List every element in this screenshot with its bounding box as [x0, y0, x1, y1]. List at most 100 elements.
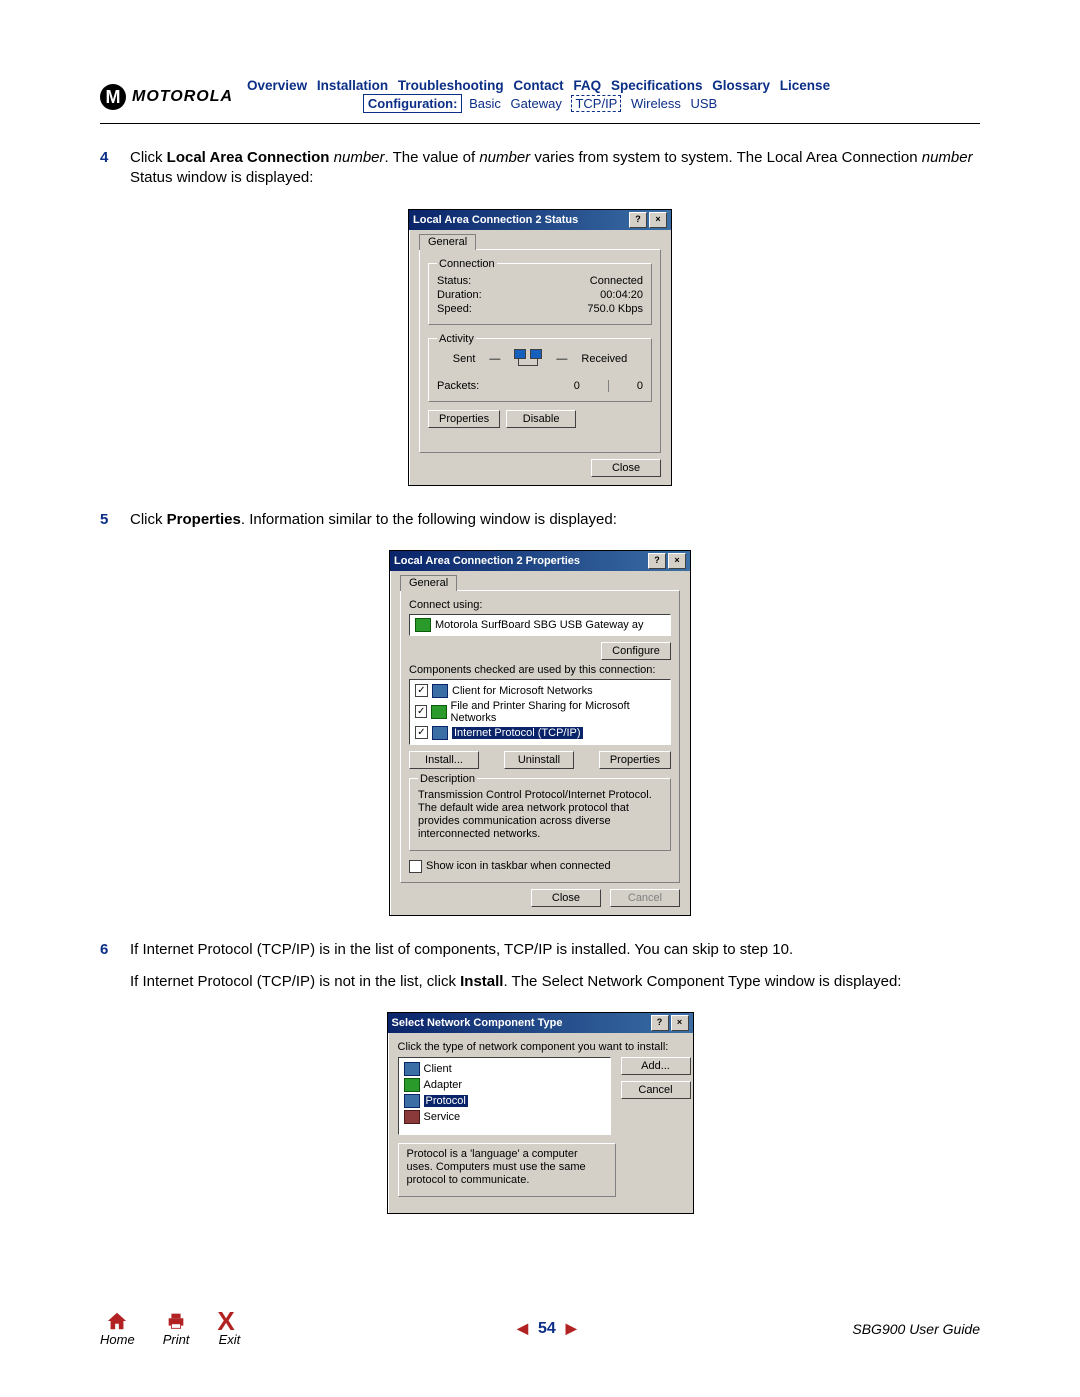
page-number: 54	[538, 1320, 556, 1338]
select-component-dialog: Select Network Component Type ? × Click …	[387, 1012, 694, 1214]
list-item: ✓Client for Microsoft Networks	[415, 683, 665, 699]
description-text: Protocol is a 'language' a computer uses…	[407, 1148, 607, 1188]
nav-gateway[interactable]: Gateway	[511, 96, 562, 111]
page-navigation: ◀ 54 ▶	[517, 1320, 576, 1338]
service-icon	[404, 1110, 420, 1124]
list-item: Service	[404, 1109, 605, 1125]
next-page-icon[interactable]: ▶	[566, 1320, 577, 1337]
dialog-title: Select Network Component Type	[392, 1017, 563, 1029]
nav-contact[interactable]: Contact	[513, 78, 563, 93]
packets-sent: 0	[574, 380, 580, 392]
exit-icon: X	[217, 1310, 241, 1332]
list-item: ✓File and Printer Sharing for Microsoft …	[415, 699, 665, 725]
list-item: Protocol	[404, 1093, 605, 1109]
adapter-icon	[404, 1078, 420, 1092]
home-button[interactable]: Home	[100, 1310, 135, 1347]
components-label: Components checked are used by this conn…	[409, 664, 671, 676]
client-icon	[432, 684, 448, 698]
connect-using-label: Connect using:	[409, 599, 671, 611]
nav-troubleshooting[interactable]: Troubleshooting	[398, 78, 504, 93]
help-icon[interactable]: ?	[648, 553, 666, 569]
close-button[interactable]: Close	[591, 459, 661, 477]
list-item: ✓Internet Protocol (TCP/IP)	[415, 725, 665, 741]
protocol-icon	[432, 726, 448, 740]
description-text: Transmission Control Protocol/Internet P…	[418, 789, 662, 842]
status-value: Connected	[590, 275, 643, 287]
step-5-text: Click Properties. Information similar to…	[130, 510, 980, 530]
speed-label: Speed:	[437, 303, 472, 315]
top-navigation: Overview Installation Troubleshooting Co…	[247, 78, 836, 111]
lan-status-dialog: Local Area Connection 2 Status ? × Gener…	[408, 209, 672, 486]
uninstall-button[interactable]: Uninstall	[504, 751, 574, 769]
close-icon[interactable]: ×	[668, 553, 686, 569]
properties-button[interactable]: Properties	[428, 410, 500, 428]
print-icon	[164, 1310, 188, 1332]
disable-button[interactable]: Disable	[506, 410, 576, 428]
network-activity-icon	[514, 349, 542, 369]
properties-button[interactable]: Properties	[599, 751, 671, 769]
components-list[interactable]: ✓Client for Microsoft Networks ✓File and…	[409, 679, 671, 745]
status-label: Status:	[437, 275, 471, 287]
close-button[interactable]: Close	[531, 889, 601, 907]
protocol-icon	[404, 1094, 420, 1108]
packets-received: 0	[637, 380, 643, 392]
exit-button[interactable]: X Exit	[217, 1310, 241, 1347]
help-icon[interactable]: ?	[651, 1015, 669, 1031]
received-label: Received	[581, 353, 627, 365]
nav-glossary[interactable]: Glossary	[712, 78, 770, 93]
nav-installation[interactable]: Installation	[317, 78, 388, 93]
activity-group: Activity Sent — — Received Packets: 0	[428, 333, 652, 402]
step-6-p2: If Internet Protocol (TCP/IP) is not in …	[130, 972, 980, 992]
close-icon[interactable]: ×	[649, 212, 667, 228]
speed-value: 750.0 Kbps	[587, 303, 643, 315]
guide-title: SBG900 User Guide	[852, 1321, 980, 1337]
prev-page-icon[interactable]: ◀	[517, 1320, 528, 1337]
checkbox-icon[interactable]: ✓	[415, 726, 428, 739]
nav-overview[interactable]: Overview	[247, 78, 307, 93]
install-button[interactable]: Install...	[409, 751, 479, 769]
adapter-name: Motorola SurfBoard SBG USB Gateway ay	[435, 619, 643, 631]
step-5: 5 Click Properties. Information similar …	[100, 510, 980, 542]
show-icon-label: Show icon in taskbar when connected	[426, 860, 611, 872]
step-number: 5	[100, 510, 130, 542]
motorola-logo: M MOTOROLA	[100, 84, 233, 110]
checkbox-icon[interactable]: ✓	[415, 684, 428, 697]
brand-text: MOTOROLA	[132, 88, 233, 106]
tab-general[interactable]: General	[400, 575, 457, 591]
checkbox-icon[interactable]	[409, 860, 422, 873]
tab-general[interactable]: General	[419, 234, 476, 250]
page-footer: Home Print X Exit ◀ 54 ▶ SBG900 User Gui…	[100, 1310, 980, 1347]
lan-properties-dialog: Local Area Connection 2 Properties ? × G…	[389, 550, 691, 916]
dialog-title: Local Area Connection 2 Status	[413, 214, 578, 226]
connection-group: Connection Status:Connected Duration:00:…	[428, 258, 652, 325]
cancel-button[interactable]: Cancel	[610, 889, 680, 907]
print-button[interactable]: Print	[163, 1310, 190, 1347]
component-type-list[interactable]: Client Adapter Protocol Service	[398, 1057, 611, 1135]
add-button[interactable]: Add...	[621, 1057, 691, 1075]
nav-secondary: Configuration: Basic Gateway TCP/IP Wire…	[247, 96, 836, 111]
header-divider	[100, 123, 980, 124]
nav-basic[interactable]: Basic	[469, 96, 501, 111]
dialog-title: Local Area Connection 2 Properties	[394, 555, 580, 567]
step-6-p1: If Internet Protocol (TCP/IP) is in the …	[130, 940, 980, 960]
separator	[608, 380, 609, 392]
nav-usb[interactable]: USB	[690, 96, 717, 111]
help-icon[interactable]: ?	[629, 212, 647, 228]
nav-specifications[interactable]: Specifications	[611, 78, 703, 93]
description-group: Description Transmission Control Protoco…	[409, 773, 671, 851]
close-icon[interactable]: ×	[671, 1015, 689, 1031]
list-item: Adapter	[404, 1077, 605, 1093]
nav-faq[interactable]: FAQ	[573, 78, 601, 93]
configure-button[interactable]: Configure	[601, 642, 671, 660]
instruction-text: Click the type of network component you …	[398, 1041, 683, 1053]
checkbox-icon[interactable]: ✓	[415, 705, 427, 718]
nav-license[interactable]: License	[780, 78, 830, 93]
titlebar: Local Area Connection 2 Status ? ×	[409, 210, 671, 230]
nav-wireless[interactable]: Wireless	[631, 96, 681, 111]
service-icon	[431, 705, 446, 719]
group-label: Description	[418, 773, 477, 785]
nav-configuration[interactable]: Configuration:	[363, 94, 463, 113]
nav-tcpip[interactable]: TCP/IP	[571, 95, 621, 112]
page-header: M MOTOROLA Overview Installation Trouble…	[100, 78, 980, 111]
cancel-button[interactable]: Cancel	[621, 1081, 691, 1099]
